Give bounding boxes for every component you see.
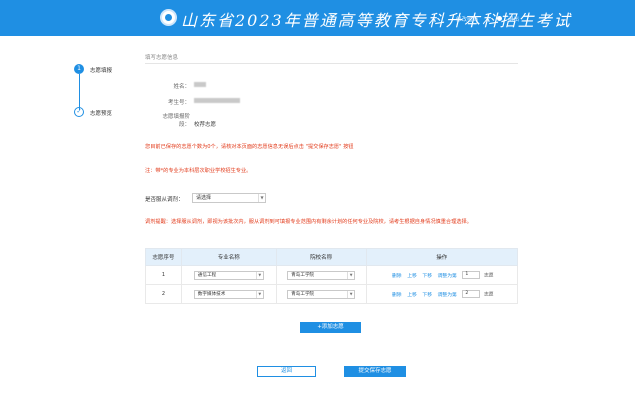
plan-value: 校荐志愿 — [194, 122, 217, 128]
plan-label-line1: 志愿填报阶 — [162, 114, 190, 120]
school-select[interactable]: 青岛工学院 ▼ — [287, 270, 356, 280]
row-index: 2 — [145, 284, 182, 304]
adjust-warning: 调剂提醒：选择服从调剂，即视为该批次内，服从调剂到可填报专业范围内有剩余计划的任… — [145, 219, 472, 225]
order-unit: 志愿 — [484, 273, 494, 279]
move-up-link[interactable]: 上移 — [407, 274, 417, 279]
back-button[interactable]: 返回 — [257, 366, 316, 377]
name-label: 姓名： — [173, 84, 190, 90]
chevron-down-icon: ▼ — [347, 290, 354, 298]
change-password-link[interactable]: 修改密码 — [456, 15, 478, 23]
step-connector — [79, 74, 80, 110]
add-wish-button[interactable]: +添加志愿 — [300, 322, 361, 333]
major-select[interactable]: 数字媒体技术 ▼ — [193, 289, 264, 299]
exam-no-value-redacted — [194, 98, 240, 103]
adjust-order-link[interactable]: 调整为第 — [438, 274, 457, 279]
major-select-value: 数字媒体技术 — [197, 291, 226, 297]
exam-no-label: 考生号： — [167, 100, 190, 106]
school-select-value: 青岛工学院 — [291, 291, 315, 297]
step-label-preview[interactable]: 志愿预览 — [90, 109, 112, 117]
move-down-link[interactable]: 下移 — [422, 274, 432, 279]
move-down-link[interactable]: 下移 — [422, 293, 432, 298]
table-row: 2 数字媒体技术 ▼ 青岛工学院 ▼ 删除 上移 下移 调整为第 2 志愿 — [145, 284, 519, 304]
delete-link[interactable]: 删除 — [392, 293, 402, 298]
table-row: 1 通信工程 ▼ 青岛工学院 ▼ 删除 上移 下移 调整为第 1 志愿 — [145, 265, 519, 285]
order-input[interactable]: 2 — [462, 290, 481, 298]
top-header: 山东省2023年普通高等教育专科升本科招生考试 修改密码 退出 — [0, 0, 635, 36]
chevron-down-icon: ▼ — [258, 194, 265, 202]
plan-label-line2: 段： — [178, 122, 190, 128]
school-select[interactable]: 青岛工学院 ▼ — [287, 289, 356, 299]
school-select-value: 青岛工学院 — [291, 272, 315, 278]
wish-table: 志愿序号 专业名称 院校名称 操作 1 通信工程 ▼ 青岛工学院 ▼ 删除 上移… — [145, 248, 519, 304]
col-header-major: 专业名称 — [180, 248, 277, 266]
chevron-down-icon: ▼ — [347, 271, 354, 279]
adjust-select[interactable]: 请选择 ▼ — [192, 193, 266, 203]
star-note: 注：带*的专业为本科层次职业学校招生专业。 — [145, 168, 252, 174]
section-title: 填写志愿信息 — [145, 55, 179, 61]
major-select[interactable]: 通信工程 ▼ — [193, 270, 264, 280]
chevron-down-icon: ▼ — [255, 290, 263, 298]
logout-link[interactable]: 退出 — [508, 15, 519, 23]
order-input[interactable]: 1 — [462, 271, 481, 279]
section-divider — [145, 63, 518, 64]
chevron-down-icon: ▼ — [255, 271, 263, 279]
adjust-order-link[interactable]: 调整为第 — [438, 293, 457, 298]
col-header-school: 院校名称 — [275, 248, 367, 266]
step-1-indicator: 1 — [74, 64, 84, 74]
col-header-ops: 操作 — [365, 248, 519, 266]
check-icon: ✓ — [74, 107, 84, 117]
adjust-select-value: 请选择 — [196, 195, 212, 201]
user-icon — [497, 16, 502, 21]
saved-count-note: 您目前已保存的志愿个数为0个，请核对本页面的志愿信息无误后点击 "提交保存志愿"… — [145, 144, 354, 150]
adjust-label: 是否服从调剂： — [145, 197, 184, 203]
move-up-link[interactable]: 上移 — [407, 293, 417, 298]
order-unit: 志愿 — [484, 292, 494, 298]
name-value-redacted — [194, 82, 206, 87]
col-header-index: 志愿序号 — [145, 248, 182, 266]
step-label-fill[interactable]: 志愿填报 — [90, 66, 112, 74]
row-index: 1 — [145, 265, 182, 285]
exam-logo-icon — [160, 9, 177, 26]
delete-link[interactable]: 删除 — [392, 274, 402, 279]
major-select-value: 通信工程 — [197, 272, 217, 278]
submit-save-button[interactable]: 提交保存志愿 — [344, 366, 406, 377]
